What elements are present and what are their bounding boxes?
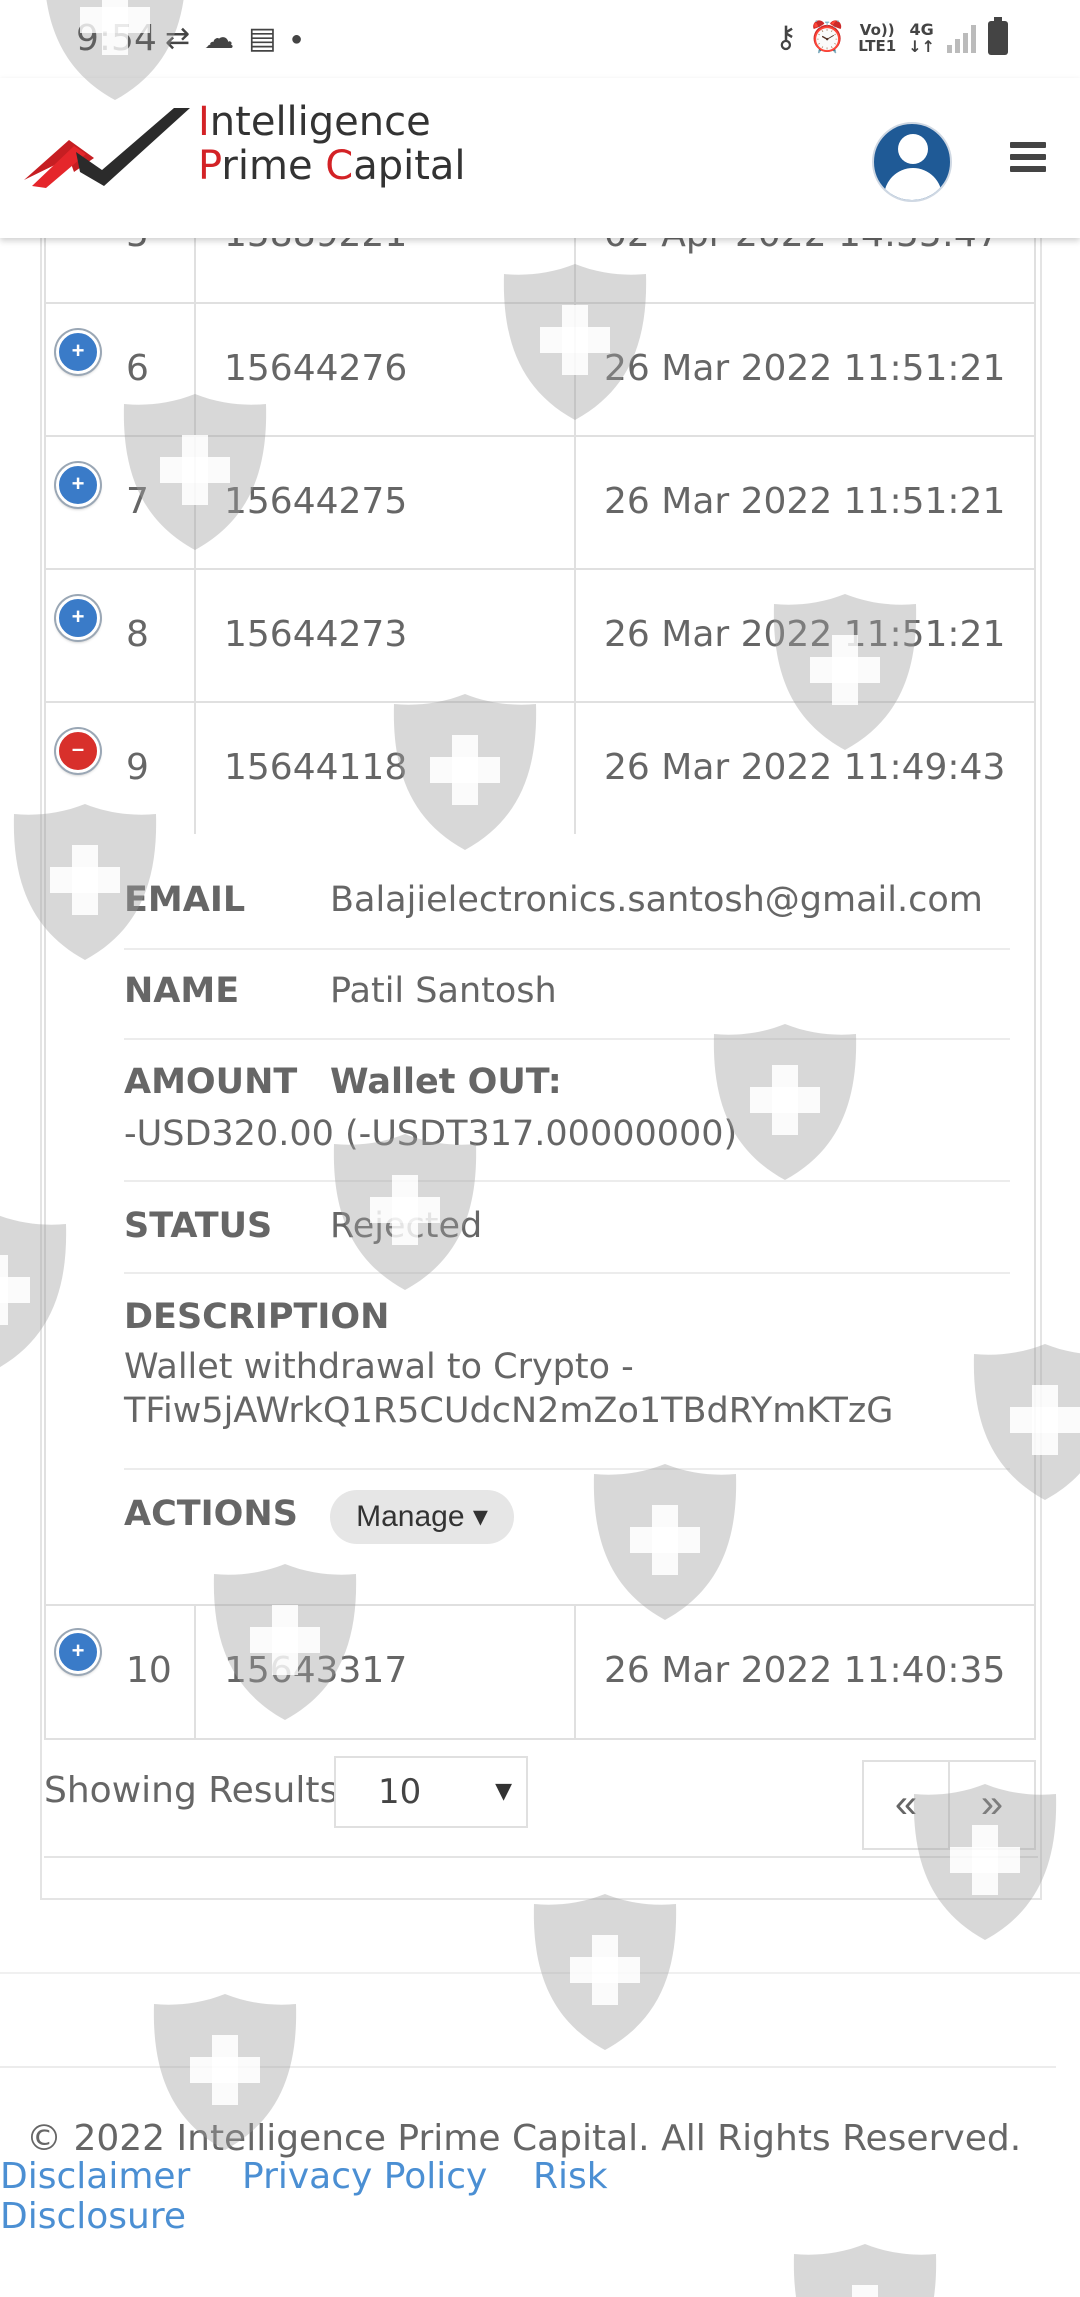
detail-amount-values: -USD320.00 (-USDT317.00000000) — [124, 1114, 1012, 1154]
copyright-text: © 2022 Intelligence Prime Capital. All R… — [26, 2118, 1022, 2159]
net-line1: 4G — [909, 19, 934, 39]
table-row[interactable]: + 7 15644275 26 Mar 2022 11:51:21 — [44, 437, 1036, 570]
volte-line2: LTE1 — [858, 36, 897, 55]
signal-icon — [947, 23, 976, 53]
divider — [124, 948, 1010, 950]
transaction-id: 15644275 — [224, 481, 408, 522]
hamburger-menu-icon[interactable] — [1010, 142, 1046, 176]
transaction-id: 15643317 — [224, 1650, 408, 1691]
expand-row-icon[interactable]: + — [56, 330, 100, 374]
expand-row-icon[interactable]: + — [56, 596, 100, 640]
email-value: Balajielectronics.santosh@gmail.com — [330, 880, 983, 920]
status-left-icons: ⇄ ☁ ▤ ● — [165, 22, 303, 56]
brand-word-prime: rime — [221, 143, 326, 189]
name-value: Patil Santosh — [330, 971, 557, 1011]
divider — [124, 1038, 1010, 1040]
detail-status: STATUS Rejected — [124, 1206, 1012, 1246]
brand-initial-c: C — [325, 143, 354, 189]
watermark-shield-icon — [793, 2244, 937, 2297]
divider — [124, 1272, 1010, 1274]
amount-label: AMOUNT — [124, 1062, 298, 1102]
expand-row-icon[interactable]: + — [56, 1630, 100, 1674]
transaction-date: 26 Mar 2022 11:49:43 — [604, 747, 1006, 788]
detail-name: NAME Patil Santosh — [124, 971, 1012, 1011]
transaction-date: 26 Mar 2022 11:40:35 — [604, 1650, 1006, 1691]
status-bar: 9:54 ⇄ ☁ ▤ ● ⚷ ⏰ Vo)) LTE1 4G ↓↑ — [0, 0, 1080, 78]
transfer-icon: ⇄ — [165, 22, 191, 55]
wallet-value: (-USDT317.00000000) — [345, 1114, 738, 1154]
status-right-icons: ⚷ ⏰ Vo)) LTE1 4G ↓↑ — [774, 16, 1008, 55]
transaction-date: 26 Mar 2022 11:51:21 — [604, 614, 1006, 655]
page-size-select[interactable]: 10 ▼ — [334, 1756, 528, 1828]
transaction-date: 26 Mar 2022 11:51:21 — [604, 481, 1006, 522]
table-row[interactable]: + 8 15644273 26 Mar 2022 11:51:21 — [44, 570, 1036, 703]
divider — [0, 2066, 1056, 2068]
manage-button[interactable]: Manage ▾ — [330, 1490, 514, 1544]
brand-word-capital: apital — [353, 143, 466, 189]
detail-actions: ACTIONS — [124, 1494, 1012, 1534]
calendar-icon: ▤ — [248, 22, 277, 55]
collapse-row-icon[interactable]: – — [56, 729, 100, 773]
alarm-icon: ⏰ — [808, 21, 847, 54]
key-icon: ⚷ — [774, 21, 797, 54]
transaction-id: 15644276 — [224, 348, 408, 389]
expand-row-icon[interactable]: + — [56, 463, 100, 507]
description-line1: Wallet withdrawal to Crypto - — [124, 1347, 634, 1387]
detail-amount: AMOUNT Wallet OUT: — [124, 1062, 1012, 1102]
dot-icon: ● — [290, 28, 303, 50]
row-number: 8 — [126, 614, 149, 655]
risk-disclosure-link[interactable]: Risk — [533, 2156, 608, 2197]
divider — [44, 1856, 1038, 1858]
row-number: 6 — [126, 348, 149, 389]
status-time: 9:54 — [76, 18, 157, 59]
detail-email: EMAIL Balajielectronics.santosh@gmail.co… — [124, 880, 1012, 920]
previous-page-button[interactable]: « — [862, 1760, 950, 1850]
brand-word-intelligence: ntelligence — [209, 99, 431, 145]
status-value: Rejected — [330, 1206, 483, 1246]
amount-value: -USD320.00 — [124, 1114, 334, 1154]
status-label: STATUS — [124, 1206, 273, 1246]
app-header: Intelligence Prime Capital — [0, 78, 1080, 238]
select-arrow-icon: ▼ — [495, 1779, 512, 1804]
detail-description: DESCRIPTION Wallet withdrawal to Crypto … — [124, 1297, 1012, 1431]
row-number: 7 — [126, 481, 149, 522]
actions-label: ACTIONS — [124, 1494, 298, 1534]
email-label: EMAIL — [124, 880, 246, 920]
brand-initial-p: P — [198, 143, 222, 189]
divider — [124, 1468, 1010, 1470]
risk-disclosure-link-continued[interactable]: Disclosure — [0, 2196, 186, 2237]
table-row[interactable]: + 10 15643317 26 Mar 2022 11:40:35 — [44, 1604, 1036, 1740]
volte-icon: Vo)) LTE1 — [858, 22, 896, 54]
name-label: NAME — [124, 971, 240, 1011]
brand-initial-i: I — [198, 99, 210, 145]
volte-line1: Vo)) — [859, 20, 895, 39]
transaction-id: 15644273 — [224, 614, 408, 655]
privacy-policy-link[interactable]: Privacy Policy — [242, 2156, 487, 2197]
transaction-id: 15644118 — [224, 747, 408, 788]
cloud-icon: ☁ — [204, 22, 235, 55]
divider — [0, 1972, 1080, 1974]
description-line2: TFiw5jAWrkQ1R5CUdcN2mZo1TBdRYmKTzG — [124, 1391, 894, 1431]
transaction-date: 26 Mar 2022 11:51:21 — [604, 348, 1006, 389]
page-size-value: 10 — [378, 1772, 422, 1812]
divider — [124, 1180, 1010, 1182]
user-avatar-icon[interactable] — [872, 122, 952, 202]
next-page-button[interactable]: » — [948, 1760, 1036, 1850]
table-row-expanded[interactable]: – 9 15644118 26 Mar 2022 11:49:43 — [44, 703, 1036, 836]
showing-results-label: Showing Results — [44, 1770, 339, 1811]
description-label: DESCRIPTION — [124, 1297, 390, 1337]
row-number: 9 — [126, 747, 149, 788]
wallet-label: Wallet OUT: — [330, 1062, 562, 1102]
disclaimer-link[interactable]: Disclaimer — [0, 2156, 190, 2197]
logo-icon[interactable] — [24, 100, 194, 192]
brand-name: Intelligence Prime Capital — [198, 100, 466, 188]
row-number: 10 — [126, 1650, 172, 1691]
battery-icon — [988, 16, 1008, 55]
4g-icon: 4G ↓↑ — [908, 21, 935, 55]
net-line2: ↓↑ — [908, 36, 935, 56]
table-row[interactable]: + 6 15644276 26 Mar 2022 11:51:21 — [44, 304, 1036, 437]
